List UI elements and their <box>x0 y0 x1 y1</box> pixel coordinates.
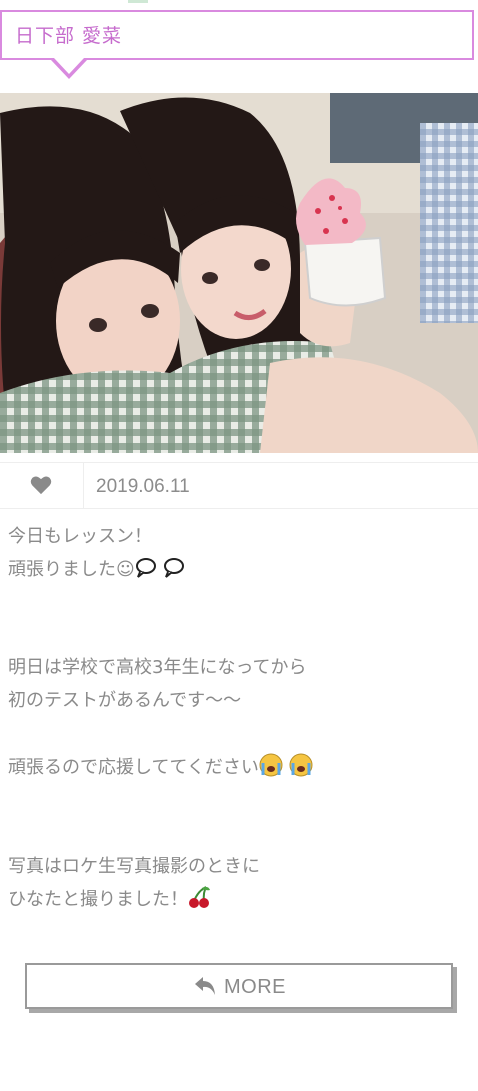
reply-arrow-icon <box>195 977 215 995</box>
member-name: 日下部 愛菜 <box>15 25 123 47</box>
post-line: 頑張るので応援しててください <box>8 752 470 788</box>
more-button[interactable]: MORE <box>25 963 453 1009</box>
member-name-box: 日下部 愛菜 <box>0 10 474 60</box>
cherries-emoji <box>188 885 212 920</box>
post-line-text: 頑張るので応援しててください <box>8 757 259 778</box>
crying-face-emoji <box>259 753 315 788</box>
post-line: 写真はロケ生写真撮影のときに <box>8 851 470 883</box>
post-line-text: 明日は学校で高校3年生になってから <box>8 657 307 678</box>
post-line-text: 初のテストがあるんです〜〜 <box>8 690 242 711</box>
post-line-text: 今日もレッスン！ <box>8 526 152 547</box>
post-line: 明日は学校で高校3年生になってから <box>8 652 470 684</box>
post-line-text: 写真はロケ生写真撮影のときに <box>8 856 260 877</box>
post-line: 頑張りました☺ <box>8 554 470 590</box>
post-line: ひなたと撮りました！ <box>8 884 470 920</box>
speech-pointer-fill <box>54 58 84 74</box>
post-line: 初のテストがあるんです〜〜 <box>8 685 470 717</box>
post-line-text: ひなたと撮りました！ <box>8 889 188 910</box>
heart-icon[interactable] <box>30 475 52 495</box>
blog-photo[interactable] <box>0 93 478 453</box>
thought-bubble-emoji <box>135 557 187 590</box>
top-tab-indicator <box>128 0 148 3</box>
post-line: 今日もレッスン！ <box>8 521 470 553</box>
more-button-label: MORE <box>224 976 286 998</box>
post-meta-bar: 2019.06.11 <box>0 462 478 509</box>
like-button[interactable] <box>0 463 84 508</box>
post-line-text: 頑張りました☺ <box>8 559 135 580</box>
post-date: 2019.06.11 <box>96 476 190 497</box>
